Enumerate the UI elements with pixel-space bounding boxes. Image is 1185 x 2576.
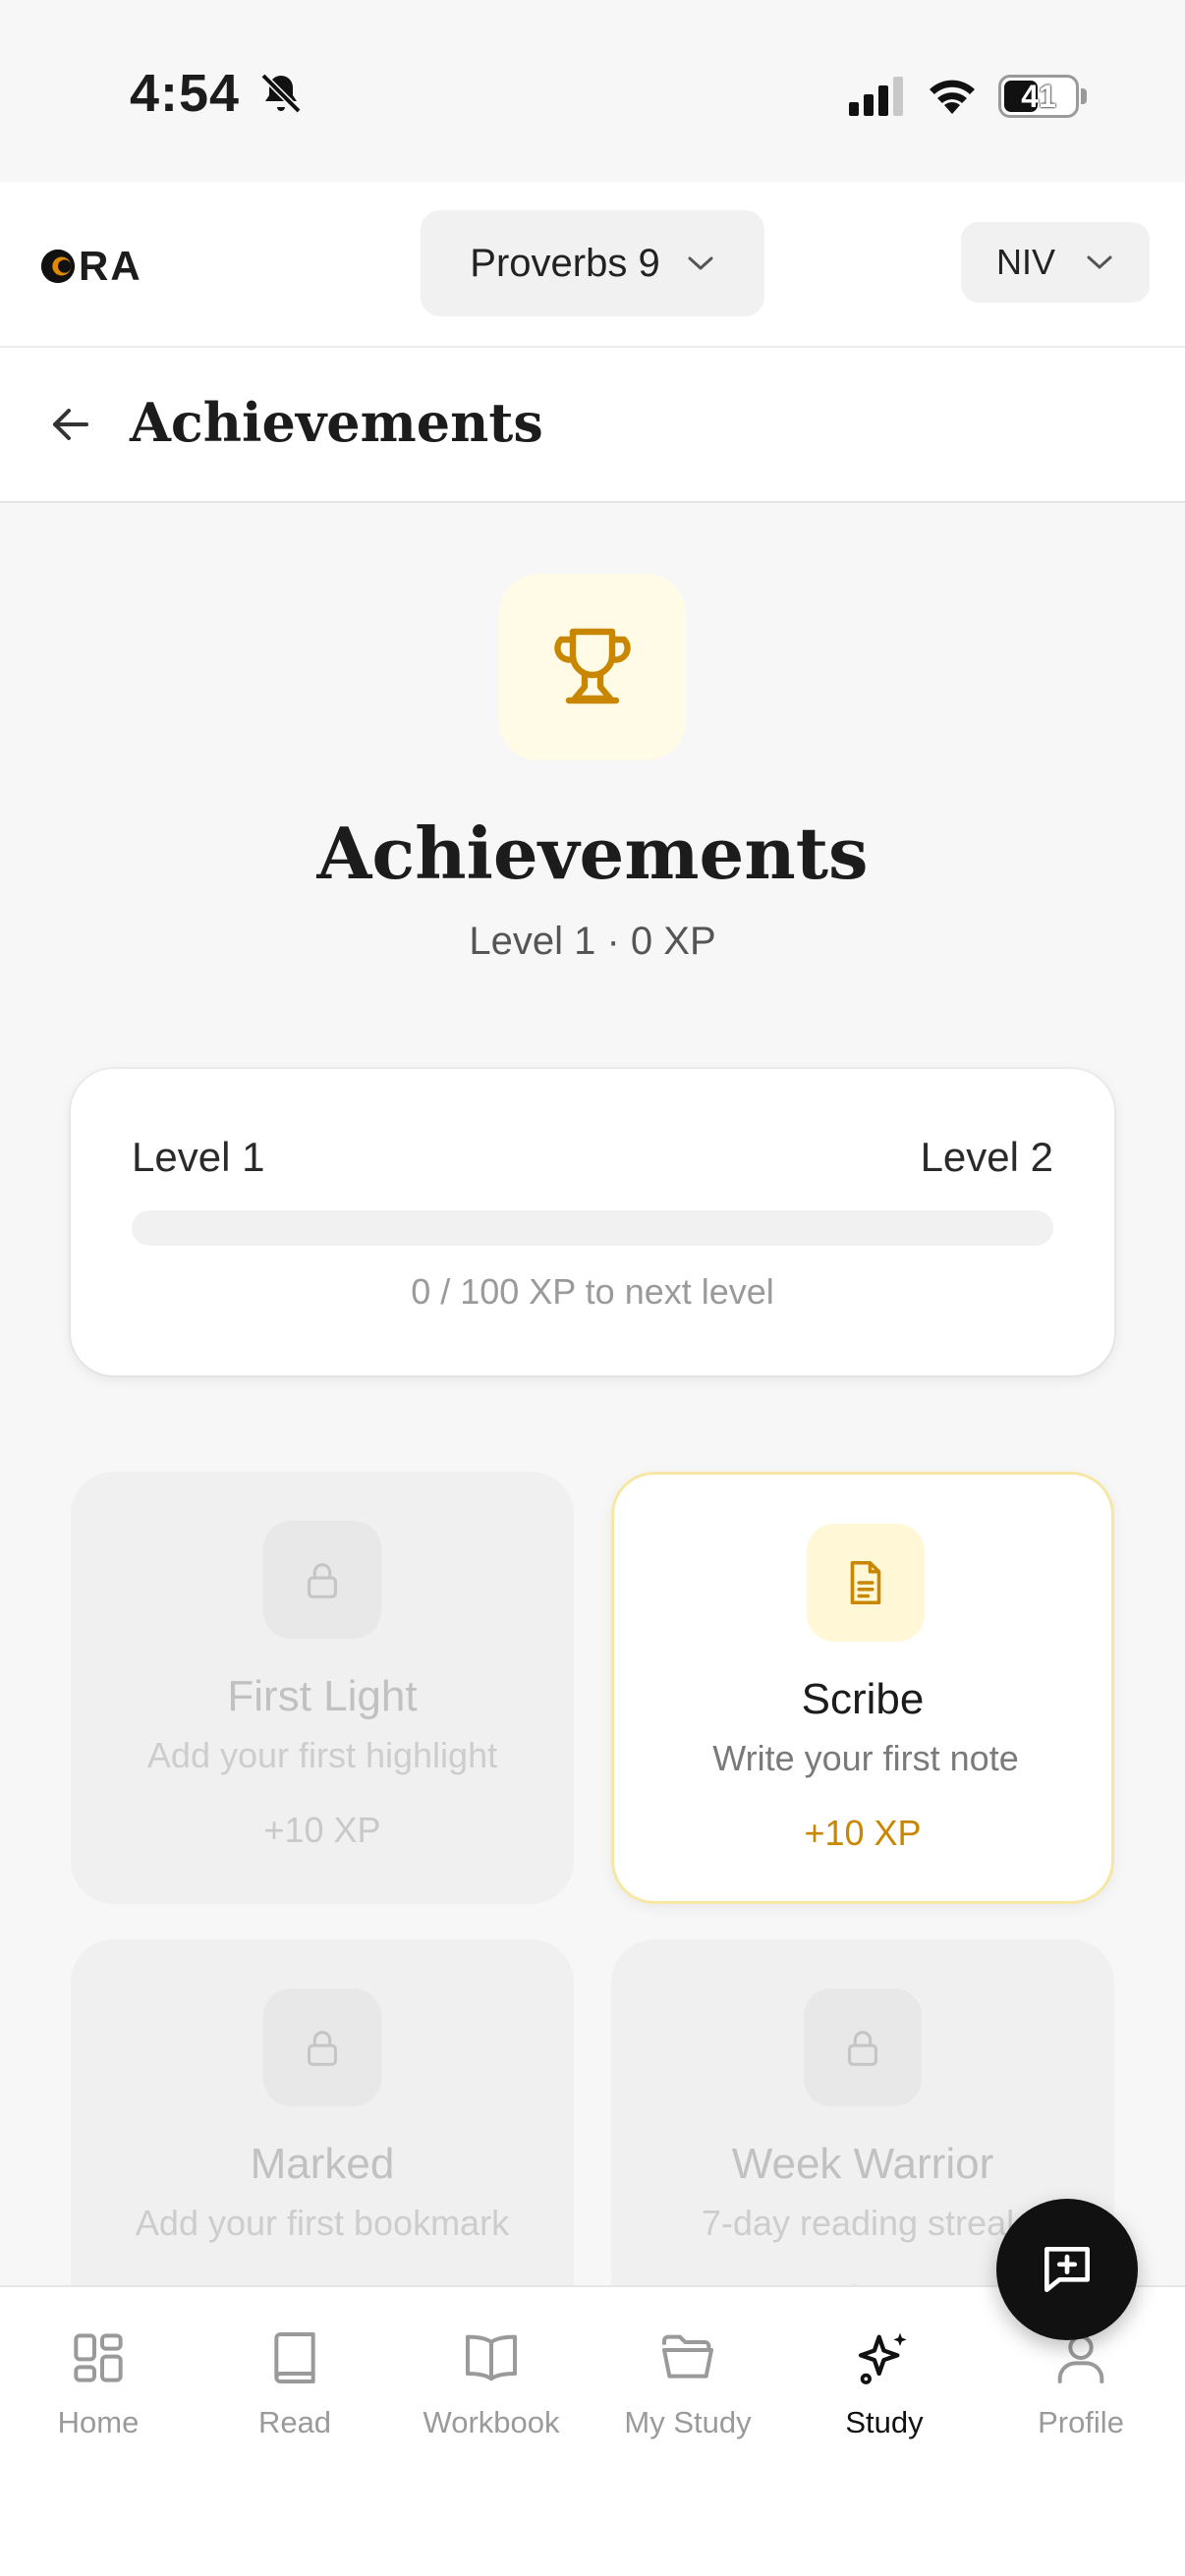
folder-icon xyxy=(662,2334,713,2379)
open-book-icon xyxy=(466,2334,517,2381)
document-icon xyxy=(850,1560,881,1605)
cellular-signal-icon xyxy=(849,77,903,116)
nav-item-profile[interactable]: Profile xyxy=(983,2326,1179,2464)
achievement-title: First Light xyxy=(227,1672,418,1720)
app-logo[interactable]: RA xyxy=(39,243,142,289)
achievement-title: Scribe xyxy=(801,1675,925,1723)
lock-icon xyxy=(848,2031,877,2066)
achievement-card-marked[interactable]: Marked Add your first bookmark xyxy=(71,1939,574,2285)
book-chapter-label: Proverbs 9 xyxy=(470,241,660,285)
nav-item-home[interactable]: Home xyxy=(0,2326,197,2464)
nav-label: Home xyxy=(57,2405,140,2439)
wifi-icon xyxy=(930,80,975,114)
achievement-xp: +10 XP xyxy=(263,1810,381,1850)
achievement-description: Add your first bookmark xyxy=(135,2203,510,2243)
current-level-label: Level 1 xyxy=(132,1134,265,1180)
achievement-description: Write your first note xyxy=(712,1738,1019,1778)
achievement-title: Marked xyxy=(250,2140,395,2188)
hero-title: Achievements xyxy=(316,812,869,895)
book-chapter-selector[interactable]: Proverbs 9 xyxy=(421,210,764,316)
grid-icon xyxy=(74,2333,123,2382)
nav-label: Profile xyxy=(1038,2405,1124,2439)
achievement-card-first-light[interactable]: First Light Add your first highlight +10… xyxy=(71,1472,574,1904)
version-label: NIV xyxy=(995,242,1055,282)
nav-label: Study xyxy=(845,2405,924,2439)
bell-off-icon xyxy=(260,73,302,114)
level-progress-caption: 0 / 100 XP to next level xyxy=(411,1271,774,1312)
nav-label: My Study xyxy=(624,2405,752,2439)
level-progress-bar xyxy=(132,1210,1053,1246)
status-time: 4:54 xyxy=(130,64,241,123)
achievement-icon-tile xyxy=(263,1521,381,1639)
nav-item-workbook[interactable]: Workbook xyxy=(393,2326,590,2464)
status-bar: 4:54 41 xyxy=(0,0,1185,183)
achievement-icon-tile xyxy=(263,1988,381,2106)
achievement-icon-tile xyxy=(804,1988,922,2106)
hero-subtitle: Level 1 · 0 XP xyxy=(469,920,716,963)
app-header: RA Proverbs 9 NIV xyxy=(0,183,1185,348)
next-level-label: Level 2 xyxy=(920,1134,1053,1180)
achievement-card-scribe[interactable]: Scribe Write your first note +10 XP xyxy=(611,1472,1114,1904)
achievement-description: Add your first highlight xyxy=(146,1735,498,1775)
trophy-icon xyxy=(554,628,631,704)
level-progress-card: Level 1 Level 2 0 / 100 XP to next level xyxy=(71,1069,1114,1375)
new-note-fab[interactable] xyxy=(996,2199,1138,2340)
trophy-badge xyxy=(499,574,686,760)
page-header: Achievements xyxy=(0,348,1185,503)
logo-text: RA xyxy=(79,243,142,289)
lock-icon xyxy=(308,2031,337,2066)
achievement-title: Week Warrior xyxy=(731,2140,994,2188)
nav-item-study[interactable]: Study xyxy=(786,2326,983,2464)
bottom-navigation: Home Read Workbook My Study Study Profil… xyxy=(0,2285,1185,2576)
logo-mark-icon xyxy=(40,249,76,284)
book-icon xyxy=(274,2332,315,2383)
battery-icon: 41 xyxy=(998,75,1079,118)
chevron-down-icon xyxy=(688,256,713,270)
page-title: Achievements xyxy=(130,391,543,454)
sparkles-icon xyxy=(858,2332,907,2384)
achievements-grid: First Light Add your first highlight +10… xyxy=(0,1464,1185,2285)
message-plus-icon xyxy=(1044,2247,1090,2292)
nav-label: Workbook xyxy=(423,2405,560,2439)
battery-level: 41 xyxy=(1021,79,1056,114)
nav-item-my-study[interactable]: My Study xyxy=(590,2326,786,2464)
achievement-xp: +10 XP xyxy=(804,1813,922,1853)
back-arrow-icon[interactable] xyxy=(47,401,94,448)
bible-version-selector[interactable]: NIV xyxy=(961,222,1150,303)
chevron-down-icon xyxy=(1087,255,1112,269)
nav-item-read[interactable]: Read xyxy=(197,2326,393,2464)
lock-icon xyxy=(308,1563,337,1598)
achievement-icon-tile xyxy=(807,1524,925,1642)
nav-label: Read xyxy=(257,2405,332,2439)
